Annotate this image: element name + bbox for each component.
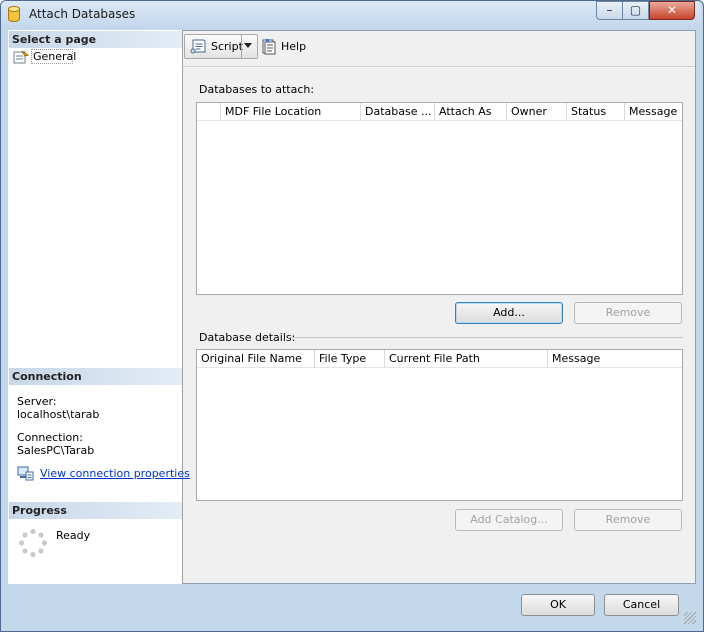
close-button[interactable]: ✕: [649, 1, 695, 20]
column-header-owner[interactable]: Owner: [507, 103, 567, 121]
view-connection-properties-link[interactable]: View connection properties: [40, 467, 190, 480]
progress-header: Progress: [9, 502, 182, 519]
select-page-header: Select a page: [9, 31, 182, 48]
progress-status: Ready: [56, 529, 91, 542]
toolbar: [183, 31, 695, 67]
left-pane: [8, 30, 183, 584]
connection-header: Connection: [9, 368, 182, 385]
script-icon: [190, 39, 206, 54]
resize-grip-icon[interactable]: [684, 612, 696, 624]
help-icon: [262, 39, 276, 55]
add-button[interactable]: Add...: [455, 302, 563, 324]
minimize-button[interactable]: –: [596, 1, 623, 20]
column-header-message[interactable]: Message: [625, 103, 682, 121]
connection-label: Connection:: [17, 431, 83, 444]
database-details-grid[interactable]: Original File Name File Type Current Fil…: [196, 349, 683, 501]
script-label: Script: [211, 40, 243, 53]
remove-detail-button[interactable]: Remove: [574, 509, 682, 531]
server-label: Server:: [17, 395, 57, 408]
databases-to-attach-label: Databases to attach:: [199, 83, 315, 96]
database-icon: [8, 6, 20, 22]
column-header-original-file-name[interactable]: Original File Name: [197, 350, 315, 368]
maximize-button[interactable]: ▢: [622, 1, 649, 20]
progress-spinner-icon: [18, 528, 48, 558]
column-header-mdf-file-location[interactable]: MDF File Location: [221, 103, 361, 121]
chevron-down-icon[interactable]: [244, 43, 252, 48]
column-header-status[interactable]: Status: [567, 103, 625, 121]
column-header-database[interactable]: Database ...: [361, 103, 435, 121]
window-title: Attach Databases: [29, 7, 136, 21]
connection-value: SalesPC\Tarab: [17, 444, 95, 457]
database-details-label: Database details:: [199, 331, 296, 344]
page-properties-icon: [13, 50, 29, 64]
ok-button[interactable]: OK: [521, 594, 595, 616]
sidebar-item-label: General: [33, 50, 77, 63]
row-selector-header: [197, 103, 221, 121]
cancel-button[interactable]: Cancel: [604, 594, 679, 616]
server-value: localhost\tarab: [17, 408, 100, 421]
script-button-divider: [241, 35, 242, 58]
column-header-file-type[interactable]: File Type: [315, 350, 385, 368]
column-header-current-file-path[interactable]: Current File Path: [385, 350, 548, 368]
connection-properties-icon: [17, 466, 34, 481]
window-border-right: [696, 30, 703, 584]
column-header-attach-as[interactable]: Attach As: [435, 103, 507, 121]
section-divider: [288, 337, 683, 338]
databases-grid[interactable]: MDF File Location Database ... Attach As…: [196, 102, 683, 295]
add-catalog-button[interactable]: Add Catalog...: [455, 509, 563, 531]
column-header-details-message[interactable]: Message: [548, 350, 682, 368]
remove-database-button[interactable]: Remove: [574, 302, 682, 324]
help-button[interactable]: Help: [281, 40, 306, 53]
